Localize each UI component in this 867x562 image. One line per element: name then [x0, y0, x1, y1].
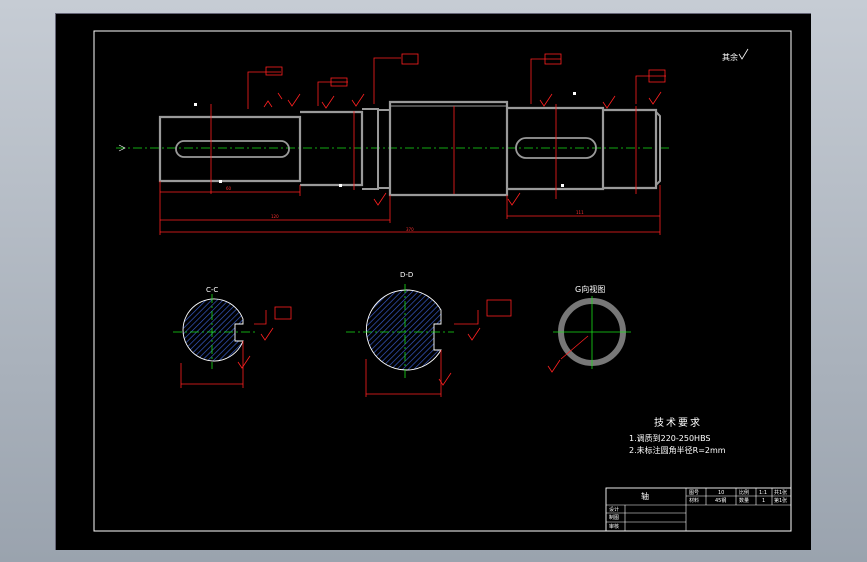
- drawing-no: 10: [718, 490, 724, 496]
- scale-label: 比例: [739, 489, 749, 496]
- technical-requirements: 技术要求 1.调质到220-250HBS 2.未标注圆角半径R=2mm: [629, 416, 726, 455]
- tech-req-title: 技术要求: [654, 416, 702, 429]
- sheet-no-label: 第1张: [774, 497, 787, 504]
- svg-text:370: 370: [406, 227, 414, 232]
- svg-text:111: 111: [576, 210, 584, 215]
- drawing-sheet: 60 120 370 111 C-C D-D G向视图 其余 技术要求 1.调质…: [55, 13, 811, 550]
- other-roughness-label: 其余: [722, 52, 738, 62]
- tech-req-item-1: 1.调质到220-250HBS: [629, 433, 711, 443]
- material-value: 45钢: [715, 497, 726, 504]
- drawing-no-label: 图号: [689, 490, 699, 496]
- section-c-view: C-C: [173, 286, 292, 388]
- quantity-value: 1: [762, 498, 765, 504]
- shaft-main-view: 60 120 370 111: [116, 53, 672, 235]
- svg-text:120: 120: [271, 214, 279, 219]
- tech-req-item-2: 2.未标注圆角半径R=2mm: [629, 445, 726, 455]
- svg-text:60: 60: [226, 186, 232, 191]
- section-d-view: D-D: [346, 271, 512, 397]
- part-name: 轴: [641, 491, 649, 501]
- quantity-label: 数量: [739, 497, 749, 504]
- sheets-label: 共1张: [774, 489, 787, 496]
- drafter-label: 制图: [609, 514, 619, 521]
- designer-label: 设计: [609, 506, 619, 513]
- material-label: 材料: [689, 497, 699, 504]
- view-g-label: G向视图: [575, 284, 605, 294]
- reviewer-label: 审核: [609, 523, 619, 530]
- section-d-label: D-D: [400, 271, 413, 279]
- section-c-label: C-C: [206, 286, 218, 294]
- scale-value: 1:1: [759, 490, 767, 496]
- cad-drawing: 60 120 370 111 C-C D-D G向视图 其余 技术要求 1.调质…: [93, 30, 792, 532]
- view-g: G向视图: [547, 284, 631, 373]
- title-block: 轴 图号 10 比例 1:1 共1张 材料 45钢 数量 1 第1张 设计 制图…: [605, 487, 792, 532]
